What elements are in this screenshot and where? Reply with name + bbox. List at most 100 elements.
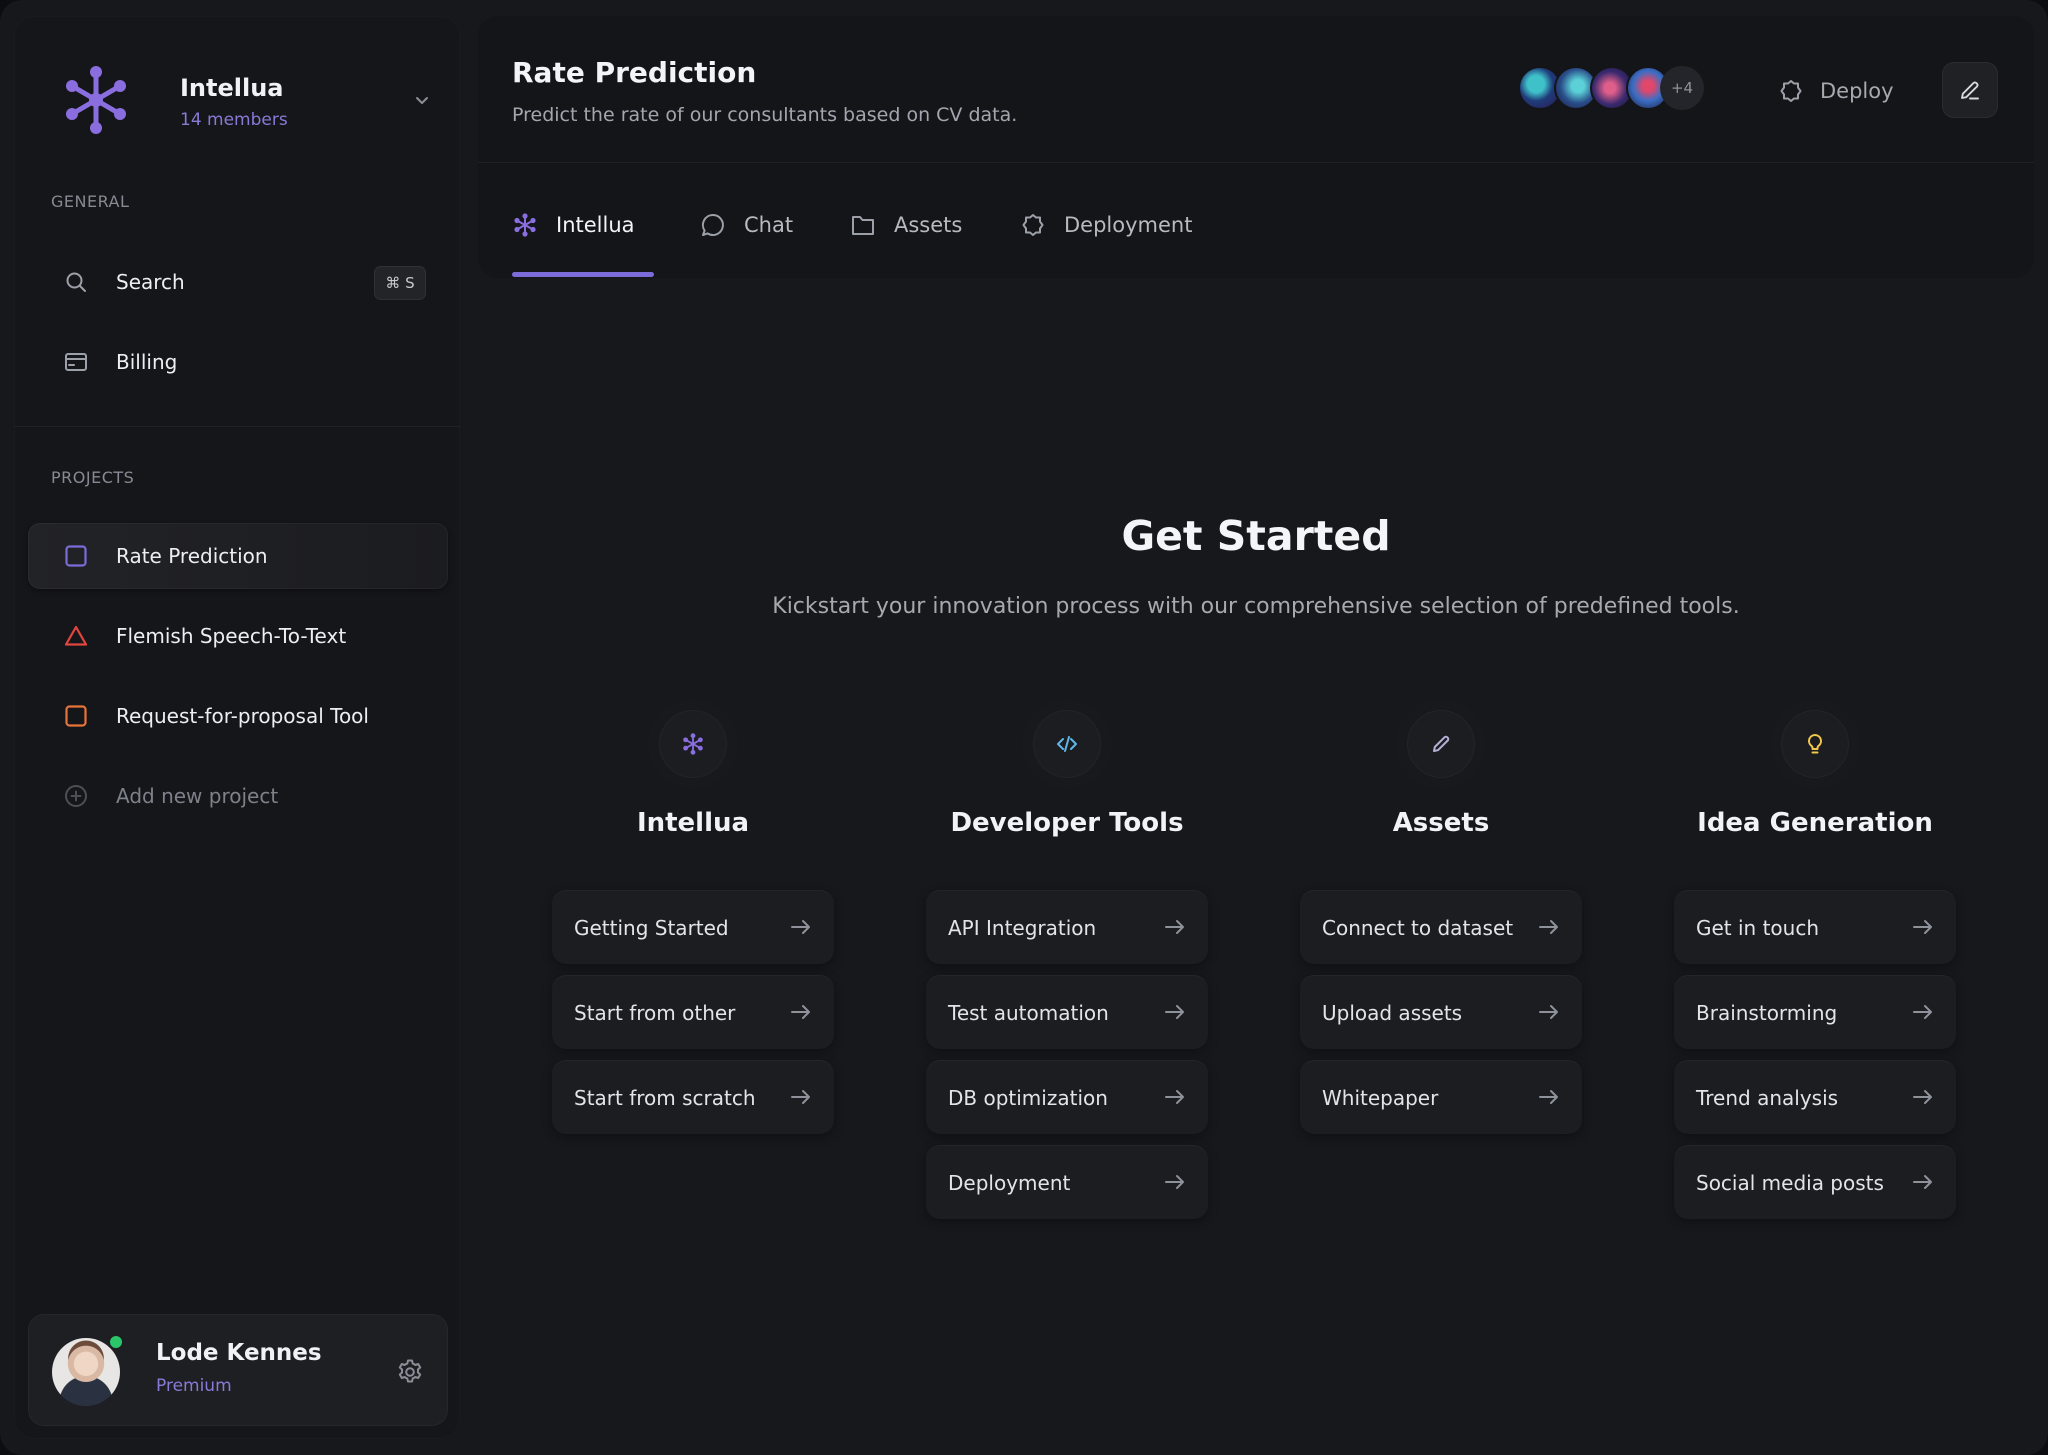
getting-started-button[interactable]: Getting Started bbox=[552, 890, 834, 964]
whitepaper-button[interactable]: Whitepaper bbox=[1300, 1060, 1582, 1134]
gear-icon[interactable] bbox=[396, 1358, 424, 1386]
general-section-label: GENERAL bbox=[51, 192, 130, 211]
deployment-button[interactable]: Deployment bbox=[926, 1145, 1208, 1219]
column-icon-badge bbox=[659, 710, 727, 778]
test-automation-button[interactable]: Test automation bbox=[926, 975, 1208, 1049]
arrow-right-icon bbox=[1913, 920, 1932, 934]
credit-card-icon bbox=[65, 353, 87, 371]
sidebar-item-search[interactable]: Search ⌘ S bbox=[28, 249, 448, 315]
button-label: Whitepaper bbox=[1322, 1086, 1439, 1110]
online-status-dot bbox=[108, 1334, 124, 1350]
button-label: Upload assets bbox=[1322, 1001, 1463, 1025]
user-plan-badge: Premium bbox=[156, 1376, 232, 1396]
pencil-icon bbox=[1433, 735, 1450, 752]
active-tab-indicator bbox=[512, 272, 654, 277]
folder-icon bbox=[852, 216, 874, 235]
workspace-name: Intellua bbox=[180, 74, 284, 102]
db-optimization-button[interactable]: DB optimization bbox=[926, 1060, 1208, 1134]
chevron-down-icon[interactable] bbox=[412, 90, 432, 110]
sidebar-project-flemish-speech[interactable]: Flemish Speech-To-Text bbox=[28, 603, 448, 669]
sidebar-item-billing[interactable]: Billing bbox=[28, 329, 448, 395]
column-title: Idea Generation bbox=[1697, 808, 1933, 838]
start-from-other-button[interactable]: Start from other bbox=[552, 975, 834, 1049]
workspace-switcher[interactable]: Intellua 14 members bbox=[52, 48, 442, 138]
app-window: Intellua 14 members GENERAL Search ⌘ S B… bbox=[0, 0, 2048, 1455]
user-profile-card[interactable]: Lode Kennes Premium bbox=[28, 1314, 448, 1426]
trend-analysis-button[interactable]: Trend analysis bbox=[1674, 1060, 1956, 1134]
button-label: Deployment bbox=[948, 1171, 1071, 1195]
arrow-right-icon bbox=[1913, 1005, 1932, 1019]
deploy-icon bbox=[1022, 214, 1044, 236]
sidebar-item-label: Billing bbox=[116, 350, 178, 374]
edit-pencil-icon bbox=[1961, 81, 1979, 100]
search-icon bbox=[66, 272, 86, 292]
arrow-right-icon bbox=[1539, 920, 1558, 934]
intellua-logo-icon bbox=[66, 66, 126, 134]
get-started-subtitle: Kickstart your innovation process with o… bbox=[772, 594, 1740, 619]
chat-bubble-icon bbox=[701, 213, 724, 236]
column-icon-badge bbox=[1407, 710, 1475, 778]
sidebar-item-label: Search bbox=[116, 270, 185, 294]
upload-assets-button[interactable]: Upload assets bbox=[1300, 975, 1582, 1049]
button-label: Test automation bbox=[948, 1001, 1109, 1025]
button-label: DB optimization bbox=[948, 1086, 1108, 1110]
arrow-right-icon bbox=[1165, 920, 1184, 934]
project-header: Rate Prediction Predict the rate of our … bbox=[478, 16, 2034, 278]
sidebar-item-label: Request-for-proposal Tool bbox=[116, 704, 369, 728]
user-name: Lode Kennes bbox=[156, 1340, 322, 1366]
column-icon-badge bbox=[1033, 710, 1101, 778]
workspace-members: 14 members bbox=[180, 110, 288, 130]
arrow-right-icon bbox=[1539, 1090, 1558, 1104]
tab-label: Deployment bbox=[1064, 213, 1193, 237]
arrow-right-icon bbox=[1165, 1090, 1184, 1104]
sidebar-item-label: Rate Prediction bbox=[116, 544, 268, 568]
page-title: Rate Prediction bbox=[512, 56, 757, 89]
edit-button[interactable] bbox=[1942, 62, 1998, 118]
add-new-project-button[interactable]: Add new project bbox=[28, 763, 448, 829]
triangle-icon bbox=[64, 625, 88, 646]
sidebar-item-label: Add new project bbox=[116, 784, 279, 808]
search-shortcut-badge: ⌘ S bbox=[374, 266, 426, 300]
lightbulb-icon bbox=[1808, 734, 1822, 754]
deploy-icon bbox=[1780, 80, 1802, 102]
arrow-right-icon bbox=[791, 920, 810, 934]
avatar bbox=[52, 1338, 120, 1406]
connect-to-dataset-button[interactable]: Connect to dataset bbox=[1300, 890, 1582, 964]
header-divider bbox=[478, 162, 2034, 163]
plus-circle-icon bbox=[65, 785, 87, 807]
arrow-right-icon bbox=[791, 1005, 810, 1019]
page-subtitle: Predict the rate of our consultants base… bbox=[512, 104, 1018, 126]
asterisk-icon bbox=[683, 733, 703, 755]
tab-label: Assets bbox=[894, 213, 963, 237]
tab-label: Chat bbox=[744, 213, 794, 237]
deploy-button-label: Deploy bbox=[1820, 79, 1894, 103]
arrow-right-icon bbox=[791, 1090, 810, 1104]
button-label: Connect to dataset bbox=[1322, 916, 1514, 940]
get-in-touch-button[interactable]: Get in touch bbox=[1674, 890, 1956, 964]
arrow-right-icon bbox=[1165, 1005, 1184, 1019]
button-label: Start from scratch bbox=[574, 1086, 756, 1110]
button-label: Brainstorming bbox=[1696, 1001, 1838, 1025]
sidebar-divider bbox=[14, 426, 460, 427]
column-icon-badge bbox=[1781, 710, 1849, 778]
projects-section-label: PROJECTS bbox=[51, 468, 135, 487]
more-members-badge[interactable]: +4 bbox=[1660, 66, 1704, 110]
sidebar-project-rate-prediction[interactable]: Rate Prediction bbox=[28, 523, 448, 589]
button-label: Trend analysis bbox=[1696, 1086, 1839, 1110]
button-label: Start from other bbox=[574, 1001, 736, 1025]
arrow-right-icon bbox=[1539, 1005, 1558, 1019]
get-started-title: Get Started bbox=[1121, 512, 1391, 560]
sidebar: Intellua 14 members GENERAL Search ⌘ S B… bbox=[14, 16, 460, 1439]
sidebar-project-rfp-tool[interactable]: Request-for-proposal Tool bbox=[28, 683, 448, 749]
column-title: Intellua bbox=[636, 808, 750, 838]
start-from-scratch-button[interactable]: Start from scratch bbox=[552, 1060, 834, 1134]
api-integration-button[interactable]: API Integration bbox=[926, 890, 1208, 964]
button-label: Get in touch bbox=[1696, 916, 1820, 940]
square-icon bbox=[65, 545, 87, 567]
arrow-right-icon bbox=[1913, 1175, 1932, 1189]
asterisk-icon bbox=[514, 213, 536, 237]
button-label: API Integration bbox=[948, 916, 1097, 940]
brainstorming-button[interactable]: Brainstorming bbox=[1674, 975, 1956, 1049]
social-media-posts-button[interactable]: Social media posts bbox=[1674, 1145, 1956, 1219]
arrow-right-icon bbox=[1913, 1090, 1932, 1104]
